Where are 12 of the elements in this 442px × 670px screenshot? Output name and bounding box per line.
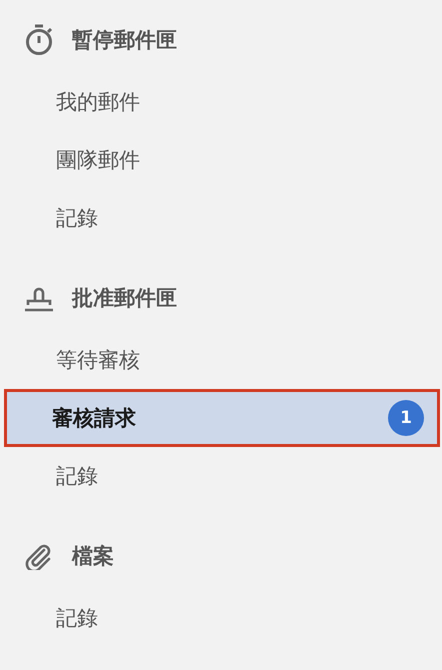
sidebar-item[interactable]: 等待審核 <box>4 331 440 389</box>
section-title: 暫停郵件匣 <box>72 27 177 54</box>
section-title: 檔案 <box>72 543 114 570</box>
count-badge: 1 <box>388 400 424 436</box>
sidebar-item[interactable]: 記錄 <box>4 189 440 247</box>
stopwatch-icon <box>25 24 53 56</box>
sidebar-item[interactable]: 記錄 <box>4 447 440 505</box>
sidebar-item[interactable]: 審核請求 1 <box>4 389 440 447</box>
sidebar-item[interactable]: 團隊郵件 <box>4 131 440 189</box>
sidebar-item[interactable]: 記錄 <box>4 589 440 647</box>
sidebar-item[interactable]: 我的郵件 <box>4 73 440 131</box>
section-title: 批准郵件匣 <box>72 285 177 312</box>
